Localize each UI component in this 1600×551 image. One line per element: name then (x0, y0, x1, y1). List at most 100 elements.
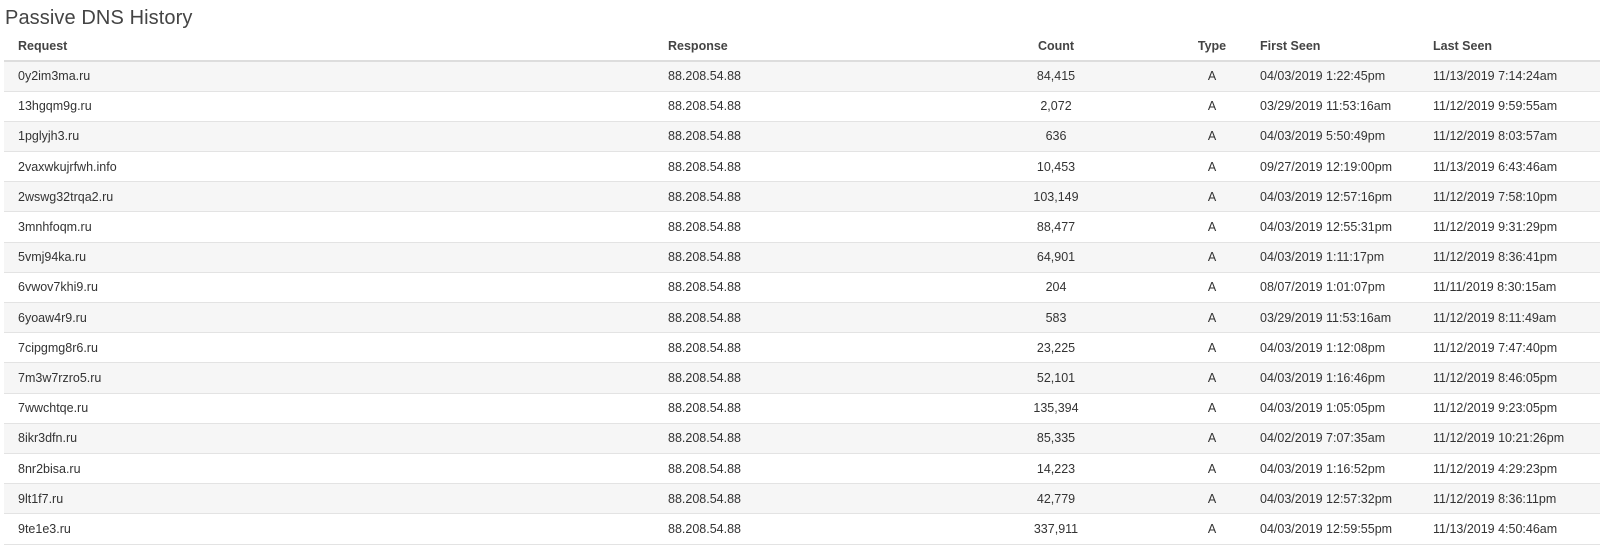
cell-first-seen: 04/03/2019 1:22:45pm (1256, 61, 1429, 92)
table-row[interactable]: 7cipgmg8r6.ru 88.208.54.88 23,225 A 04/03/20… (4, 332, 1600, 364)
table-row[interactable]: 6yoaw4r9.ru 88.208.54.88 583 A 03/29/2019 11… (4, 302, 1600, 334)
table-row[interactable]: 2vaxwkujrfwh.info 88.208.54.88 10,453 A 09/2… (4, 151, 1600, 183)
page-title: Passive DNS History (5, 7, 193, 29)
cell-first-seen: 04/03/2019 12:57:32pm (1256, 483, 1429, 515)
column-header-count[interactable]: Count (944, 31, 1168, 62)
cell-count: 103,149 (944, 181, 1168, 213)
cell-first-seen: 04/03/2019 1:12:08pm (1256, 332, 1429, 364)
cell-request: 7wwchtqe.ru (4, 393, 654, 424)
cell-count: 85,335 (944, 423, 1168, 454)
cell-first-seen: 08/07/2019 1:01:07pm (1256, 272, 1429, 304)
table-row[interactable]: 1pglyjh3.ru 88.208.54.88 636 A 04/03/2019 5:… (4, 121, 1600, 153)
cell-last-seen: 11/12/2019 8:11:49am (1429, 302, 1600, 334)
cell-type: A (1168, 272, 1256, 304)
cell-first-seen: 04/03/2019 5:50:49pm (1256, 121, 1429, 153)
cell-last-seen: 11/13/2019 7:14:24am (1429, 61, 1600, 92)
cell-last-seen: 11/12/2019 7:47:40pm (1429, 332, 1600, 364)
cell-last-seen: 11/12/2019 8:46:05pm (1429, 362, 1600, 394)
cell-count: 2,072 (944, 91, 1168, 122)
cell-response: 88.208.54.88 (654, 151, 944, 183)
cell-request: 6vwov7khi9.ru (4, 272, 654, 304)
cell-first-seen: 04/02/2019 7:07:35am (1256, 423, 1429, 454)
cell-type: A (1168, 483, 1256, 515)
cell-request: 2wswg32trqa2.ru (4, 181, 654, 213)
table-row[interactable]: 9lt1f7.ru 88.208.54.88 42,779 A 04/03/2019 1… (4, 483, 1600, 515)
cell-request: 6yoaw4r9.ru (4, 302, 654, 334)
table-row[interactable]: 9te1e3.ru 88.208.54.88 337,911 A 04/03/2019 … (4, 513, 1600, 545)
table-row[interactable]: 3mnhfoqm.ru 88.208.54.88 88,477 A 04/03/2019… (4, 211, 1600, 243)
cell-request: 13hgqm9g.ru (4, 91, 654, 122)
cell-first-seen: 04/03/2019 1:16:46pm (1256, 362, 1429, 394)
cell-last-seen: 11/12/2019 4:29:23pm (1429, 453, 1600, 485)
cell-count: 636 (944, 121, 1168, 153)
cell-type: A (1168, 362, 1256, 394)
cell-response: 88.208.54.88 (654, 242, 944, 273)
cell-request: 8ikr3dfn.ru (4, 423, 654, 454)
cell-type: A (1168, 302, 1256, 334)
cell-response: 88.208.54.88 (654, 423, 944, 454)
table-row[interactable]: 13hgqm9g.ru 88.208.54.88 2,072 A 03/29/2019 … (4, 91, 1600, 122)
cell-count: 14,223 (944, 453, 1168, 485)
cell-type: A (1168, 423, 1256, 454)
cell-response: 88.208.54.88 (654, 483, 944, 515)
cell-count: 42,779 (944, 483, 1168, 515)
cell-count: 204 (944, 272, 1168, 304)
cell-last-seen: 11/12/2019 7:58:10pm (1429, 181, 1600, 213)
table-header-row: Request Response Count Type First Seen L… (4, 31, 1600, 62)
cell-type: A (1168, 393, 1256, 424)
table-row[interactable]: 6vwov7khi9.ru 88.208.54.88 204 A 08/07/2019 … (4, 272, 1600, 304)
cell-first-seen: 04/03/2019 1:11:17pm (1256, 242, 1429, 273)
cell-type: A (1168, 211, 1256, 243)
cell-type: A (1168, 151, 1256, 183)
cell-type: A (1168, 121, 1256, 153)
table-row[interactable]: 8ikr3dfn.ru 88.208.54.88 85,335 A 04/02/2019… (4, 423, 1600, 454)
cell-first-seen: 03/29/2019 11:53:16am (1256, 91, 1429, 122)
cell-response: 88.208.54.88 (654, 453, 944, 485)
cell-type: A (1168, 181, 1256, 213)
cell-first-seen: 03/29/2019 11:53:16am (1256, 302, 1429, 334)
cell-count: 23,225 (944, 332, 1168, 364)
cell-response: 88.208.54.88 (654, 121, 944, 153)
cell-last-seen: 11/13/2019 4:50:46am (1429, 513, 1600, 545)
cell-type: A (1168, 242, 1256, 273)
cell-request: 7m3w7rzro5.ru (4, 362, 654, 394)
cell-last-seen: 11/11/2019 8:30:15am (1429, 272, 1600, 304)
table-row[interactable]: 8nr2bisa.ru 88.208.54.88 14,223 A 04/03/2019… (4, 453, 1600, 485)
cell-first-seen: 04/03/2019 12:55:31pm (1256, 211, 1429, 243)
cell-type: A (1168, 513, 1256, 545)
cell-first-seen: 09/27/2019 12:19:00pm (1256, 151, 1429, 183)
cell-count: 337,911 (944, 513, 1168, 545)
cell-request: 0y2im3ma.ru (4, 61, 654, 92)
cell-response: 88.208.54.88 (654, 302, 944, 334)
cell-response: 88.208.54.88 (654, 61, 944, 92)
table-row[interactable]: 0y2im3ma.ru 88.208.54.88 84,415 A 04/03/2019… (4, 61, 1600, 92)
cell-last-seen: 11/12/2019 8:03:57am (1429, 121, 1600, 153)
cell-response: 88.208.54.88 (654, 393, 944, 424)
column-header-request[interactable]: Request (4, 31, 654, 62)
cell-response: 88.208.54.88 (654, 181, 944, 213)
cell-count: 88,477 (944, 211, 1168, 243)
cell-last-seen: 11/12/2019 9:31:29pm (1429, 211, 1600, 243)
column-header-last-seen[interactable]: Last Seen (1429, 31, 1600, 62)
cell-request: 1pglyjh3.ru (4, 121, 654, 153)
table-row[interactable]: 2wswg32trqa2.ru 88.208.54.88 103,149 A 04/03… (4, 181, 1600, 213)
cell-count: 583 (944, 302, 1168, 334)
cell-type: A (1168, 91, 1256, 122)
cell-first-seen: 04/03/2019 1:05:05pm (1256, 393, 1429, 424)
table-row[interactable]: 5vmj94ka.ru 88.208.54.88 64,901 A 04/03/2019… (4, 242, 1600, 273)
cell-count: 52,101 (944, 362, 1168, 394)
column-header-type[interactable]: Type (1168, 31, 1256, 62)
cell-last-seen: 11/12/2019 8:36:41pm (1429, 242, 1600, 273)
column-header-first-seen[interactable]: First Seen (1256, 31, 1429, 62)
cell-request: 5vmj94ka.ru (4, 242, 654, 273)
column-header-response[interactable]: Response (654, 31, 944, 62)
cell-first-seen: 04/03/2019 1:16:52pm (1256, 453, 1429, 485)
cell-first-seen: 04/03/2019 12:59:55pm (1256, 513, 1429, 545)
table-row[interactable]: 7m3w7rzro5.ru 88.208.54.88 52,101 A 04/03/20… (4, 362, 1600, 394)
cell-response: 88.208.54.88 (654, 513, 944, 545)
cell-count: 84,415 (944, 61, 1168, 92)
cell-response: 88.208.54.88 (654, 362, 944, 394)
cell-request: 9lt1f7.ru (4, 483, 654, 515)
cell-first-seen: 04/03/2019 12:57:16pm (1256, 181, 1429, 213)
table-row[interactable]: 7wwchtqe.ru 88.208.54.88 135,394 A 04/03/201… (4, 393, 1600, 424)
